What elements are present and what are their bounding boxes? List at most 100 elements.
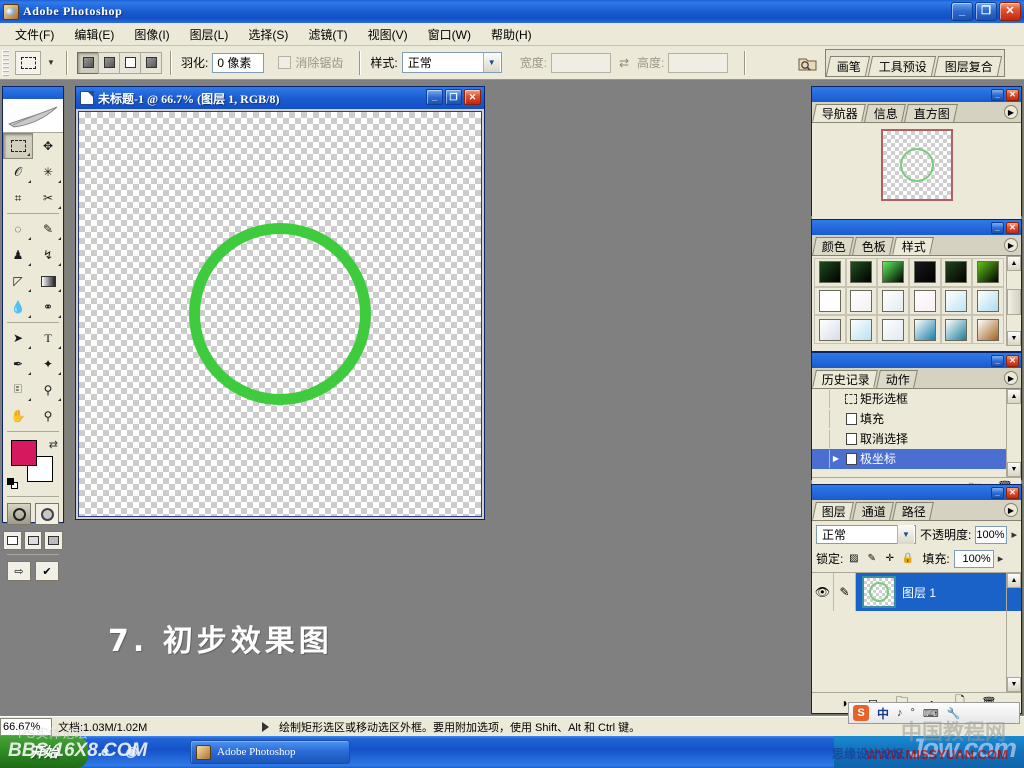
magic-wand-tool[interactable]: ✳: [33, 159, 63, 185]
tab-actions[interactable]: 动作: [876, 370, 918, 388]
style-swatch-cell[interactable]: [845, 315, 878, 344]
canvas[interactable]: [78, 111, 482, 517]
blur-tool[interactable]: 💧: [3, 294, 33, 320]
history-item[interactable]: 矩形选框: [812, 389, 1006, 409]
history-close-button[interactable]: ✕: [1006, 354, 1019, 367]
standard-screen-mode-button[interactable]: [3, 531, 22, 550]
scroll-up-icon[interactable]: ▲: [1007, 573, 1021, 588]
scroll-down-icon[interactable]: ▼: [1007, 462, 1021, 477]
intersect-selection-button[interactable]: [140, 51, 162, 74]
navigator-title-bar[interactable]: _ ✕: [812, 87, 1021, 102]
tab-swatches[interactable]: 色板: [852, 237, 894, 255]
tool-preset-picker[interactable]: [15, 50, 41, 75]
history-item[interactable]: 取消选择: [812, 429, 1006, 449]
standard-mask-mode-button[interactable]: [7, 503, 31, 525]
styles-menu-icon[interactable]: ▶: [1004, 238, 1018, 252]
pen-tool[interactable]: ✒: [3, 351, 33, 377]
style-swatch-cell[interactable]: [814, 286, 846, 316]
tab-navigator[interactable]: 导航器: [812, 104, 866, 122]
menu-view[interactable]: 视图(V): [359, 24, 417, 45]
height-input[interactable]: [668, 52, 729, 73]
history-minimize-button[interactable]: _: [991, 354, 1004, 367]
full-screen-menubar-mode-button[interactable]: [23, 531, 43, 550]
add-to-selection-button[interactable]: [98, 51, 120, 74]
menu-image[interactable]: 图像(I): [125, 24, 178, 45]
history-title-bar[interactable]: _ ✕: [812, 353, 1021, 368]
history-snapshot-box[interactable]: [812, 409, 830, 428]
lock-image-pixels-icon[interactable]: ✎: [865, 552, 878, 565]
style-swatch-cell[interactable]: [908, 258, 941, 287]
menu-layer[interactable]: 图层(L): [181, 24, 238, 45]
palette-well-tab-layer-comps[interactable]: 图层复合: [934, 55, 1003, 76]
ime-mode-label[interactable]: 中: [877, 705, 889, 722]
styles-minimize-button[interactable]: _: [991, 221, 1004, 234]
healing-brush-tool[interactable]: ◌: [3, 216, 33, 242]
scroll-up-icon[interactable]: ▲: [1007, 256, 1021, 271]
opacity-input[interactable]: 100%: [975, 525, 1008, 544]
antialias-checkbox[interactable]: [278, 56, 292, 69]
jump-confirm-button[interactable]: ✔: [35, 561, 59, 581]
layer-row[interactable]: 👁 ✎ 图层 1: [812, 573, 1021, 611]
style-swatch-cell[interactable]: [940, 315, 973, 344]
navigator-close-button[interactable]: ✕: [1006, 88, 1019, 101]
default-colors-button[interactable]: [7, 478, 18, 489]
style-swatch-cell[interactable]: [908, 286, 941, 316]
scroll-down-icon[interactable]: ▼: [1007, 331, 1021, 346]
tab-layers[interactable]: 图层: [812, 502, 854, 520]
chevron-down-icon[interactable]: ▼: [482, 53, 500, 72]
tab-styles[interactable]: 样式: [892, 237, 934, 255]
tool-preset-chevron-down-icon[interactable]: ▼: [45, 52, 57, 74]
styles-scrollbar[interactable]: ▲ ▼: [1006, 256, 1021, 346]
layers-title-bar[interactable]: _ ✕: [812, 485, 1021, 500]
custom-shape-tool[interactable]: ✦: [33, 351, 63, 377]
eyedropper-tool[interactable]: ⚲: [33, 377, 63, 403]
scroll-down-icon[interactable]: ▼: [1007, 677, 1021, 692]
document-close-button[interactable]: ✕: [464, 89, 481, 105]
hand-tool[interactable]: ✋: [3, 403, 33, 429]
history-item-selected[interactable]: ▶ 极坐标: [812, 449, 1006, 469]
tab-paths[interactable]: 路径: [892, 502, 934, 520]
full-screen-mode-button[interactable]: [44, 531, 64, 550]
history-snapshot-box[interactable]: [812, 389, 830, 408]
gradient-tool[interactable]: [33, 268, 63, 294]
tab-histogram[interactable]: 直方图: [904, 104, 958, 122]
navigator-menu-icon[interactable]: ▶: [1004, 105, 1018, 119]
swap-width-height-icon[interactable]: ⇄: [615, 56, 633, 70]
navigator-minimize-button[interactable]: _: [991, 88, 1004, 101]
tab-color[interactable]: 颜色: [812, 237, 854, 255]
document-title-bar[interactable]: 未标题-1 @ 66.7% (图层 1, RGB/8) _ ❐ ✕: [76, 87, 484, 109]
layer-visibility-eye-icon[interactable]: 👁: [812, 573, 834, 611]
crop-tool[interactable]: ⌗: [3, 185, 33, 211]
style-swatch-cell[interactable]: [940, 258, 973, 287]
chevron-down-icon[interactable]: ▼: [897, 525, 914, 544]
ime-engine-icon[interactable]: S: [853, 705, 869, 721]
lock-all-icon[interactable]: 🔒: [901, 552, 914, 565]
slice-tool[interactable]: ✂: [33, 185, 63, 211]
menu-file[interactable]: 文件(F): [6, 24, 63, 45]
style-swatch-cell[interactable]: [877, 258, 909, 287]
lock-transparent-pixels-icon[interactable]: ▨: [847, 552, 860, 565]
tab-info[interactable]: 信息: [864, 104, 906, 122]
layer-active-brush-icon[interactable]: ✎: [834, 573, 856, 611]
scroll-up-icon[interactable]: ▲: [1007, 389, 1021, 404]
fill-chevron-icon[interactable]: ▸: [998, 552, 1004, 565]
menu-window[interactable]: 窗口(W): [419, 24, 480, 45]
style-swatch-cell[interactable]: [845, 286, 878, 316]
style-swatch-cell[interactable]: [940, 286, 973, 316]
history-snapshot-box[interactable]: [812, 449, 830, 468]
style-swatch-cell[interactable]: [845, 258, 878, 287]
toolbox-drag-handle[interactable]: [3, 87, 63, 99]
taskbar-item-photoshop[interactable]: Adobe Photoshop: [190, 740, 350, 764]
notes-tool[interactable]: 🗉: [3, 377, 33, 403]
document-restore-button[interactable]: ❐: [445, 89, 462, 105]
style-swatch-cell[interactable]: [972, 286, 1004, 316]
foreground-color-swatch[interactable]: [11, 440, 37, 466]
layers-minimize-button[interactable]: _: [991, 486, 1004, 499]
style-swatch-cell[interactable]: [972, 315, 1004, 344]
minimize-button[interactable]: _: [951, 2, 973, 21]
style-select[interactable]: 正常 ▼: [401, 52, 502, 73]
palette-well-tab-tool-presets[interactable]: 工具预设: [868, 55, 937, 76]
menu-select[interactable]: 选择(S): [239, 24, 297, 45]
style-swatch-cell[interactable]: [814, 315, 846, 344]
rectangular-marquee-tool[interactable]: [3, 133, 33, 159]
